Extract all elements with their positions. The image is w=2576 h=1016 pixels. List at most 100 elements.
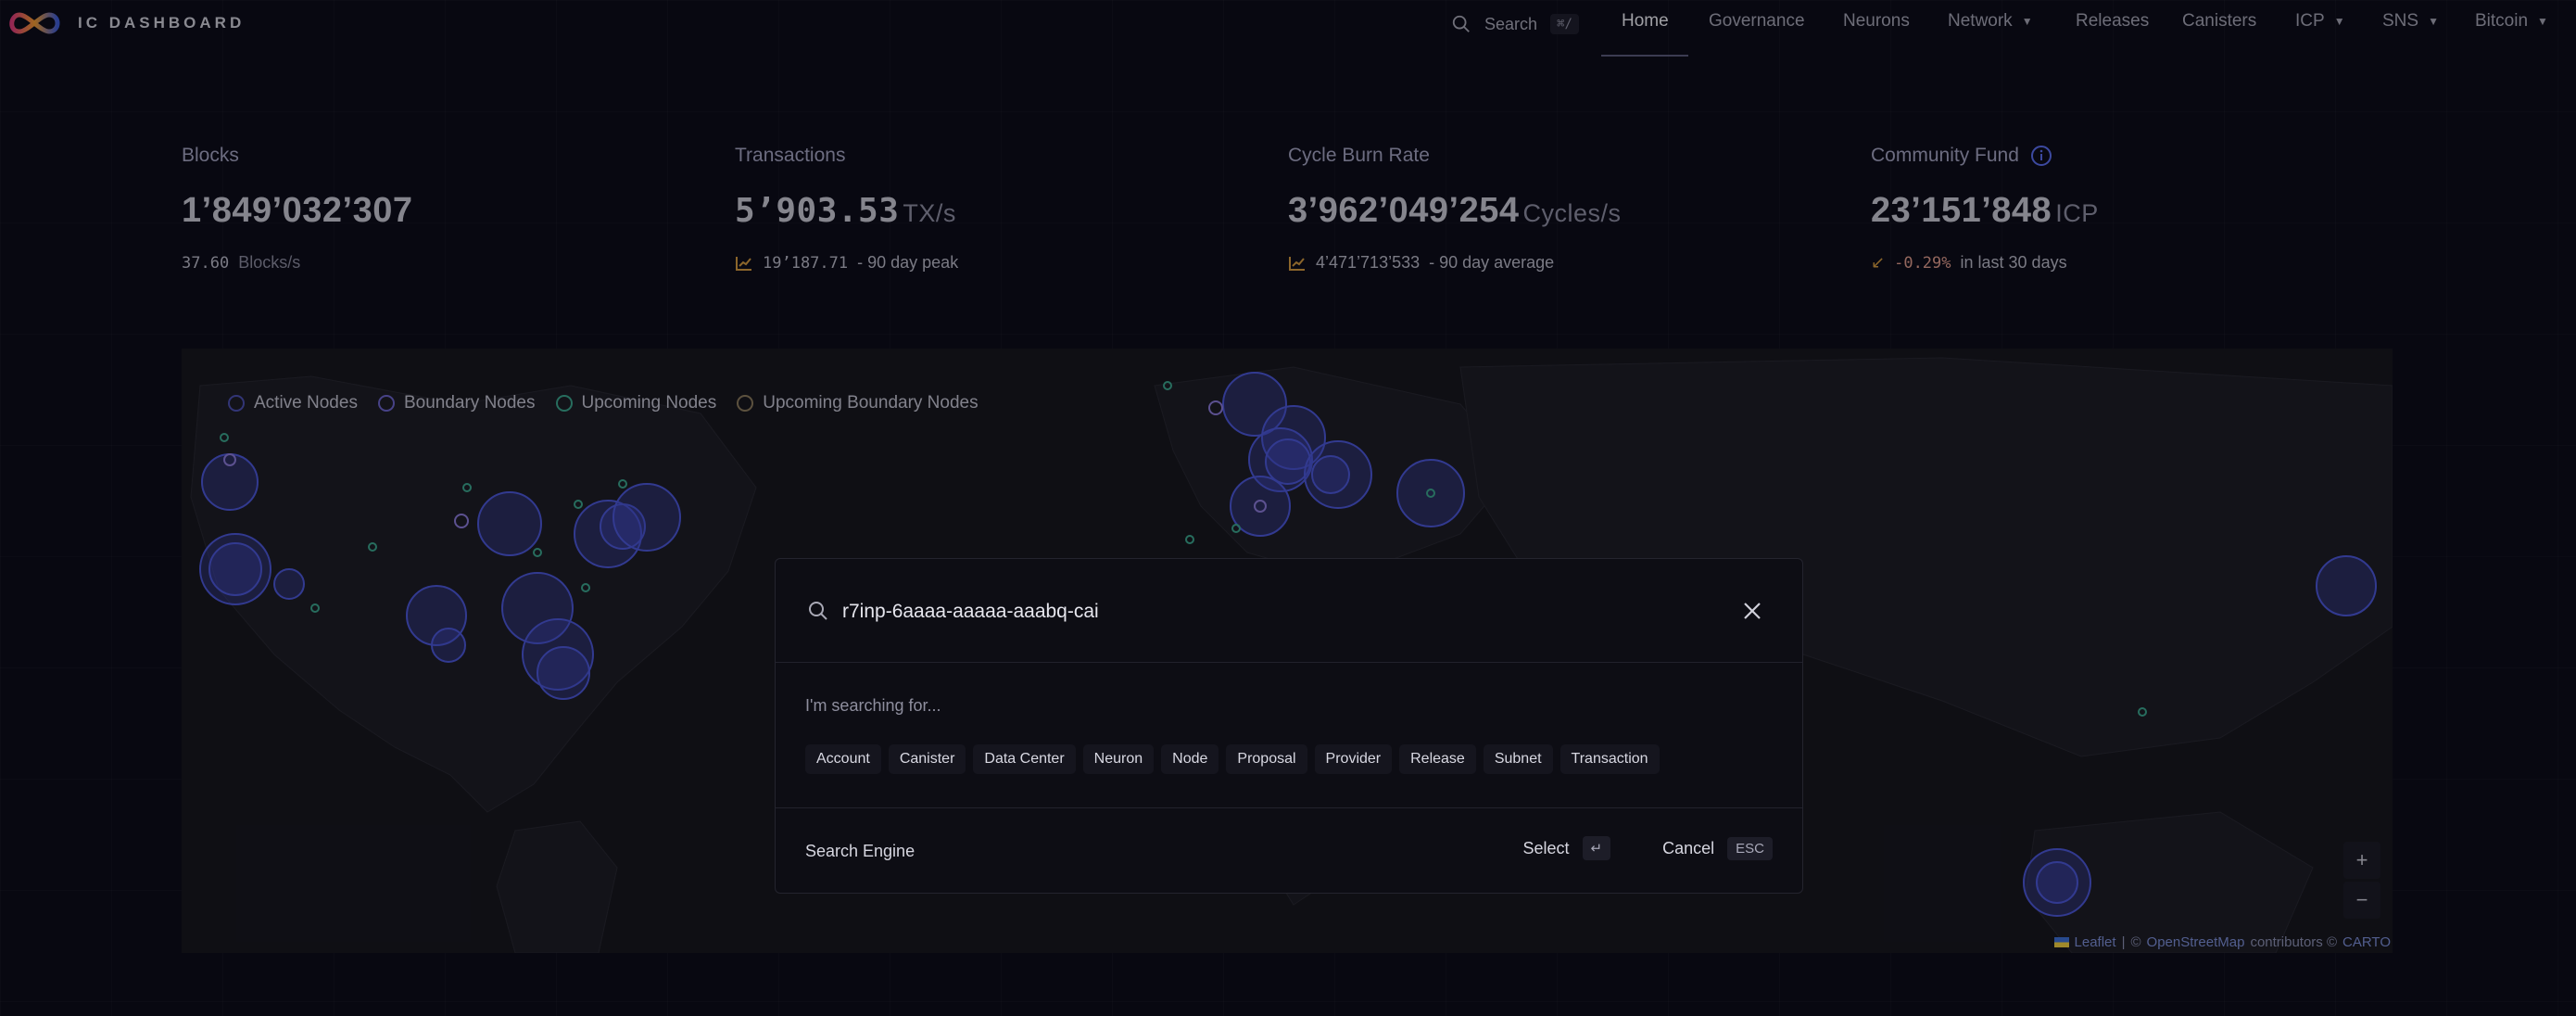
search-icon — [809, 602, 827, 620]
nav-icp-label: ICP — [2295, 11, 2325, 31]
active-nav-indicator — [1601, 55, 1688, 57]
enter-key-icon: ↵ — [1582, 836, 1611, 860]
chip-canister[interactable]: Canister — [888, 744, 966, 774]
close-icon[interactable] — [1741, 600, 1763, 622]
chip-release[interactable]: Release — [1399, 744, 1476, 774]
top-header: IC DASHBOARD Search ⌘/ Home Governance N… — [0, 0, 2576, 57]
logo[interactable]: IC DASHBOARD — [6, 7, 245, 39]
nav-icp[interactable]: ICP ▼ — [2295, 11, 2345, 32]
blocks-rate-label: Blocks/s — [238, 253, 301, 272]
nav-network-label: Network — [1948, 11, 2013, 31]
chip-neuron[interactable]: Neuron — [1082, 744, 1155, 774]
attribution-copyright: © — [2130, 934, 2141, 950]
legend-label: Active Nodes — [254, 393, 358, 413]
map-legend: Active Nodes Boundary Nodes Upcoming Nod… — [228, 393, 979, 413]
chip-proposal[interactable]: Proposal — [1226, 744, 1307, 774]
upcoming-node-marker — [1185, 535, 1194, 544]
nav-governance[interactable]: Governance — [1709, 11, 1805, 32]
legend-boundary-nodes[interactable]: Boundary Nodes — [377, 393, 536, 413]
stat-value: 3’962’049’254 Cycles/s — [1288, 191, 1622, 231]
search-icon — [1452, 15, 1470, 32]
zoom-in-button[interactable]: + — [2343, 842, 2380, 879]
nav-home[interactable]: Home — [1622, 11, 1669, 32]
chip-data-center[interactable]: Data Center — [973, 744, 1076, 774]
north-america-shape — [190, 375, 757, 813]
cycle-burn-unit: Cycles/s — [1522, 199, 1622, 227]
stat-sub: 37.60 Blocks/s — [182, 253, 413, 273]
chip-account[interactable]: Account — [805, 744, 881, 774]
transactions-unit: TX/s — [903, 199, 956, 227]
logo-text: IC DASHBOARD — [78, 14, 246, 32]
stat-value: 1’849’032’307 — [182, 191, 413, 231]
transactions-peak-label: - 90 day peak — [857, 253, 959, 272]
blocks-value: 1’849’032’307 — [182, 191, 413, 230]
legend-label: Boundary Nodes — [403, 393, 536, 413]
community-fund-change: -0.29% — [1894, 253, 1951, 273]
search-category-chips: Account Canister Data Center Neuron Node… — [805, 744, 1660, 774]
legend-active-nodes[interactable]: Active Nodes — [228, 393, 358, 413]
nav-releases[interactable]: Releases — [2076, 11, 2149, 32]
stat-cycle-burn: Cycle Burn Rate 3’962’049’254 Cycles/s 4’… — [1288, 145, 1622, 273]
nav-network[interactable]: Network ▼ — [1948, 11, 2033, 32]
select-label[interactable]: Select — [1523, 839, 1570, 858]
nav-canisters[interactable]: Canisters — [2182, 11, 2256, 32]
stat-title: Community Fund — [1871, 145, 2099, 167]
legend-upcoming-nodes[interactable]: Upcoming Nodes — [555, 393, 717, 413]
nav-neurons[interactable]: Neurons — [1843, 11, 1910, 32]
cancel-label[interactable]: Cancel — [1662, 839, 1714, 858]
zoom-out-button[interactable]: − — [2343, 882, 2380, 919]
chip-subnet[interactable]: Subnet — [1483, 744, 1553, 774]
upcoming-boundary-nodes-dot-icon — [737, 395, 754, 412]
blocks-rate: 37.60 — [182, 253, 230, 273]
ukraine-flag-icon — [2053, 937, 2069, 947]
carto-link[interactable]: CARTO — [2342, 934, 2391, 950]
search-input[interactable] — [842, 598, 1676, 626]
chevron-down-icon: ▼ — [2021, 15, 2033, 28]
chip-provider[interactable]: Provider — [1314, 744, 1393, 774]
legend-label: Upcoming Nodes — [581, 393, 717, 413]
active-node-marker — [612, 483, 681, 552]
openstreetmap-link[interactable]: OpenStreetMap — [2147, 934, 2245, 950]
attribution-contributors: contributors © — [2250, 934, 2338, 950]
transactions-value: 5’903.53 — [735, 192, 900, 230]
upcoming-nodes-dot-icon — [555, 395, 573, 412]
info-icon[interactable] — [2030, 145, 2052, 167]
nav-sns[interactable]: SNS ▼ — [2382, 11, 2439, 32]
stat-sub: 19’187.71 - 90 day peak — [735, 253, 958, 273]
active-node-marker — [2036, 861, 2078, 904]
chip-transaction[interactable]: Transaction — [1559, 744, 1660, 774]
active-node-marker — [273, 568, 305, 600]
stat-transactions: Transactions 5’903.53 TX/s 19’187.71 - 90… — [735, 145, 958, 273]
community-fund-value: 23’151’848 — [1871, 191, 2052, 230]
south-america-shape — [496, 820, 618, 953]
nav-neurons-label: Neurons — [1843, 11, 1910, 31]
community-fund-change-label: in last 30 days — [1960, 253, 2067, 272]
legend-label: Upcoming Boundary Nodes — [763, 393, 979, 413]
transactions-peak: 19’187.71 — [763, 253, 849, 273]
active-node-marker — [537, 646, 590, 700]
active-nodes-dot-icon — [228, 395, 245, 412]
chevron-down-icon: ▼ — [2428, 15, 2439, 28]
map-attribution: Leaflet | © OpenStreetMap contributors ©… — [2053, 934, 2391, 950]
nav-home-label: Home — [1622, 11, 1669, 31]
nav-bitcoin-label: Bitcoin — [2475, 11, 2529, 31]
nav-sns-label: SNS — [2382, 11, 2419, 31]
stat-sub: ↙ -0.29% in last 30 days — [1871, 253, 2099, 273]
chart-up-icon — [736, 256, 751, 271]
legend-upcoming-boundary-nodes[interactable]: Upcoming Boundary Nodes — [737, 393, 979, 413]
header-search-button[interactable]: Search ⌘/ — [1451, 9, 1579, 39]
stat-community-fund: Community Fund 23’151’848 ICP ↙ -0.29% in… — [1871, 145, 2099, 273]
nav-bitcoin[interactable]: Bitcoin ▼ — [2475, 11, 2548, 32]
search-shortcut-badge: ⌘/ — [1550, 14, 1579, 34]
stat-title: Cycle Burn Rate — [1288, 145, 1430, 166]
search-engine-label: Search Engine — [805, 842, 915, 860]
stat-value: 23’151’848 ICP — [1871, 191, 2099, 231]
chip-node[interactable]: Node — [1161, 744, 1219, 774]
chevron-down-icon: ▼ — [2537, 15, 2548, 28]
leaflet-link[interactable]: Leaflet — [2075, 934, 2116, 950]
stat-value: 5’903.53 TX/s — [735, 191, 958, 231]
cycle-burn-average: 4’471’713’533 — [1316, 253, 1421, 272]
infinity-logo-icon — [9, 12, 60, 34]
search-modal-footer: Search Engine Select ↵ Cancel ESC — [776, 807, 1802, 895]
search-modal: I'm searching for... Account Canister Da… — [775, 558, 1803, 894]
